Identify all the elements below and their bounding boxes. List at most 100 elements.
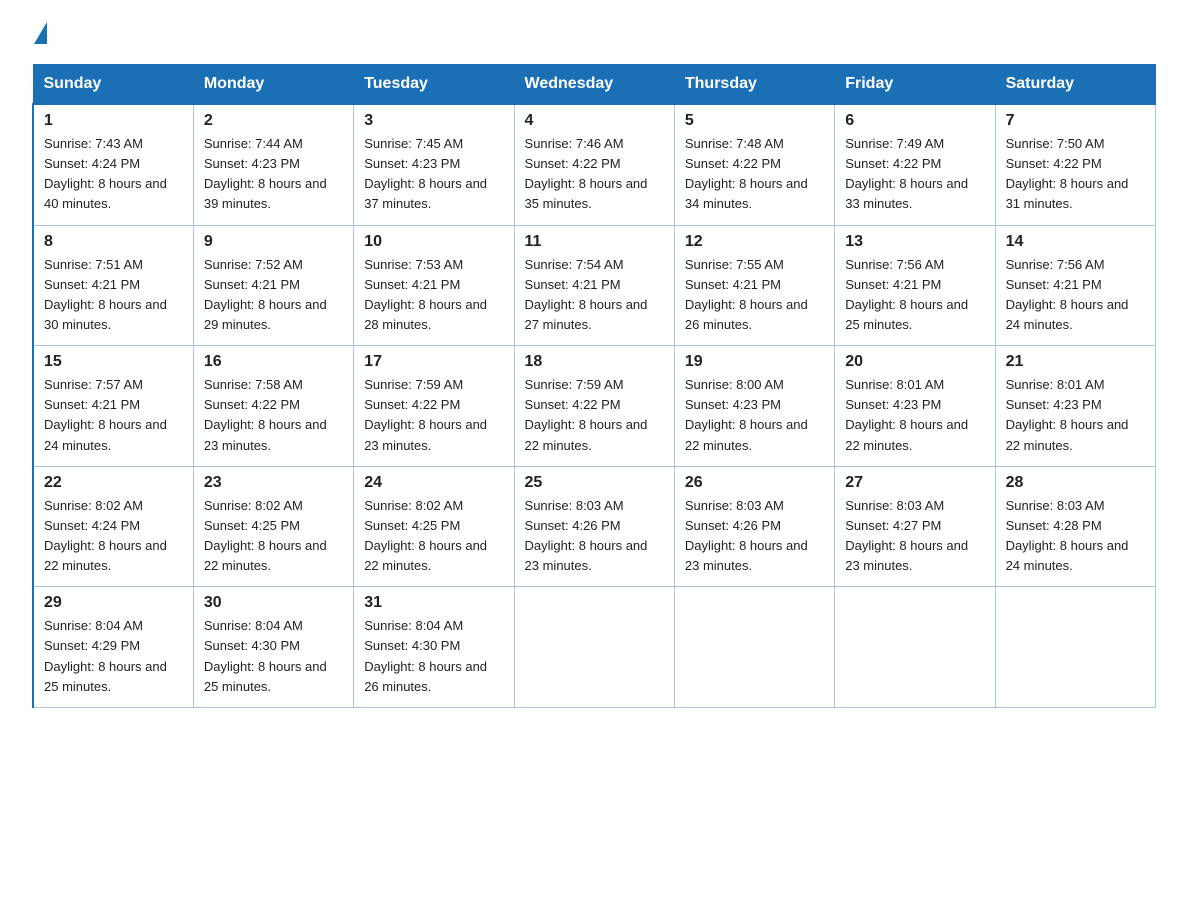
calendar-day-cell: 11 Sunrise: 7:54 AMSunset: 4:21 PMDaylig… — [514, 225, 674, 346]
day-info: Sunrise: 8:01 AMSunset: 4:23 PMDaylight:… — [845, 377, 968, 452]
weekday-header-thursday: Thursday — [674, 65, 834, 105]
day-info: Sunrise: 7:44 AMSunset: 4:23 PMDaylight:… — [204, 136, 327, 211]
day-number: 24 — [364, 474, 503, 492]
calendar-day-cell: 14 Sunrise: 7:56 AMSunset: 4:21 PMDaylig… — [995, 225, 1155, 346]
calendar-day-cell: 28 Sunrise: 8:03 AMSunset: 4:28 PMDaylig… — [995, 466, 1155, 587]
calendar-day-cell: 29 Sunrise: 8:04 AMSunset: 4:29 PMDaylig… — [33, 587, 193, 708]
calendar-day-cell: 13 Sunrise: 7:56 AMSunset: 4:21 PMDaylig… — [835, 225, 995, 346]
calendar-day-cell: 19 Sunrise: 8:00 AMSunset: 4:23 PMDaylig… — [674, 346, 834, 467]
day-number: 31 — [364, 594, 503, 612]
calendar-day-cell: 4 Sunrise: 7:46 AMSunset: 4:22 PMDayligh… — [514, 104, 674, 225]
calendar-day-cell: 18 Sunrise: 7:59 AMSunset: 4:22 PMDaylig… — [514, 346, 674, 467]
day-number: 16 — [204, 353, 343, 371]
day-number: 7 — [1006, 112, 1145, 130]
day-number: 19 — [685, 353, 824, 371]
day-number: 26 — [685, 474, 824, 492]
calendar-day-cell: 1 Sunrise: 7:43 AMSunset: 4:24 PMDayligh… — [33, 104, 193, 225]
day-number: 1 — [44, 112, 183, 130]
day-number: 29 — [44, 594, 183, 612]
day-info: Sunrise: 7:50 AMSunset: 4:22 PMDaylight:… — [1006, 136, 1129, 211]
day-number: 3 — [364, 112, 503, 130]
calendar-day-cell: 25 Sunrise: 8:03 AMSunset: 4:26 PMDaylig… — [514, 466, 674, 587]
calendar-day-cell: 16 Sunrise: 7:58 AMSunset: 4:22 PMDaylig… — [193, 346, 353, 467]
weekday-header-monday: Monday — [193, 65, 353, 105]
calendar-day-cell: 8 Sunrise: 7:51 AMSunset: 4:21 PMDayligh… — [33, 225, 193, 346]
day-number: 11 — [525, 233, 664, 251]
day-number: 22 — [44, 474, 183, 492]
day-number: 4 — [525, 112, 664, 130]
day-info: Sunrise: 7:51 AMSunset: 4:21 PMDaylight:… — [44, 257, 167, 332]
day-number: 28 — [1006, 474, 1145, 492]
day-info: Sunrise: 8:03 AMSunset: 4:27 PMDaylight:… — [845, 498, 968, 573]
calendar-day-cell — [835, 587, 995, 708]
calendar-week-row: 22 Sunrise: 8:02 AMSunset: 4:24 PMDaylig… — [33, 466, 1156, 587]
calendar-day-cell — [514, 587, 674, 708]
day-info: Sunrise: 7:57 AMSunset: 4:21 PMDaylight:… — [44, 377, 167, 452]
day-number: 12 — [685, 233, 824, 251]
calendar-day-cell: 27 Sunrise: 8:03 AMSunset: 4:27 PMDaylig… — [835, 466, 995, 587]
day-number: 2 — [204, 112, 343, 130]
calendar-day-cell: 30 Sunrise: 8:04 AMSunset: 4:30 PMDaylig… — [193, 587, 353, 708]
day-info: Sunrise: 7:53 AMSunset: 4:21 PMDaylight:… — [364, 257, 487, 332]
day-number: 30 — [204, 594, 343, 612]
calendar-day-cell: 15 Sunrise: 7:57 AMSunset: 4:21 PMDaylig… — [33, 346, 193, 467]
day-number: 18 — [525, 353, 664, 371]
day-info: Sunrise: 8:02 AMSunset: 4:25 PMDaylight:… — [204, 498, 327, 573]
calendar-day-cell: 9 Sunrise: 7:52 AMSunset: 4:21 PMDayligh… — [193, 225, 353, 346]
calendar-day-cell: 12 Sunrise: 7:55 AMSunset: 4:21 PMDaylig… — [674, 225, 834, 346]
logo — [32, 24, 47, 46]
calendar-day-cell: 2 Sunrise: 7:44 AMSunset: 4:23 PMDayligh… — [193, 104, 353, 225]
day-info: Sunrise: 8:00 AMSunset: 4:23 PMDaylight:… — [685, 377, 808, 452]
calendar-day-cell — [674, 587, 834, 708]
page-header — [32, 24, 1156, 46]
calendar-day-cell: 17 Sunrise: 7:59 AMSunset: 4:22 PMDaylig… — [354, 346, 514, 467]
day-info: Sunrise: 8:03 AMSunset: 4:26 PMDaylight:… — [525, 498, 648, 573]
weekday-header-sunday: Sunday — [33, 65, 193, 105]
day-number: 17 — [364, 353, 503, 371]
weekday-header-saturday: Saturday — [995, 65, 1155, 105]
day-number: 6 — [845, 112, 984, 130]
calendar-day-cell: 20 Sunrise: 8:01 AMSunset: 4:23 PMDaylig… — [835, 346, 995, 467]
day-info: Sunrise: 8:02 AMSunset: 4:24 PMDaylight:… — [44, 498, 167, 573]
calendar-day-cell — [995, 587, 1155, 708]
weekday-header-row: SundayMondayTuesdayWednesdayThursdayFrid… — [33, 65, 1156, 105]
calendar-day-cell: 31 Sunrise: 8:04 AMSunset: 4:30 PMDaylig… — [354, 587, 514, 708]
day-number: 9 — [204, 233, 343, 251]
day-number: 23 — [204, 474, 343, 492]
day-number: 8 — [44, 233, 183, 251]
weekday-header-friday: Friday — [835, 65, 995, 105]
day-info: Sunrise: 8:04 AMSunset: 4:29 PMDaylight:… — [44, 618, 167, 693]
day-info: Sunrise: 7:54 AMSunset: 4:21 PMDaylight:… — [525, 257, 648, 332]
day-info: Sunrise: 7:52 AMSunset: 4:21 PMDaylight:… — [204, 257, 327, 332]
day-info: Sunrise: 7:45 AMSunset: 4:23 PMDaylight:… — [364, 136, 487, 211]
day-info: Sunrise: 8:04 AMSunset: 4:30 PMDaylight:… — [364, 618, 487, 693]
calendar-day-cell: 24 Sunrise: 8:02 AMSunset: 4:25 PMDaylig… — [354, 466, 514, 587]
calendar-table: SundayMondayTuesdayWednesdayThursdayFrid… — [32, 64, 1156, 708]
weekday-header-wednesday: Wednesday — [514, 65, 674, 105]
day-number: 5 — [685, 112, 824, 130]
day-info: Sunrise: 8:03 AMSunset: 4:26 PMDaylight:… — [685, 498, 808, 573]
calendar-week-row: 1 Sunrise: 7:43 AMSunset: 4:24 PMDayligh… — [33, 104, 1156, 225]
day-info: Sunrise: 7:46 AMSunset: 4:22 PMDaylight:… — [525, 136, 648, 211]
day-info: Sunrise: 7:58 AMSunset: 4:22 PMDaylight:… — [204, 377, 327, 452]
day-info: Sunrise: 7:59 AMSunset: 4:22 PMDaylight:… — [525, 377, 648, 452]
day-info: Sunrise: 8:01 AMSunset: 4:23 PMDaylight:… — [1006, 377, 1129, 452]
day-number: 20 — [845, 353, 984, 371]
day-number: 25 — [525, 474, 664, 492]
day-number: 13 — [845, 233, 984, 251]
calendar-day-cell: 7 Sunrise: 7:50 AMSunset: 4:22 PMDayligh… — [995, 104, 1155, 225]
calendar-day-cell: 21 Sunrise: 8:01 AMSunset: 4:23 PMDaylig… — [995, 346, 1155, 467]
day-info: Sunrise: 7:48 AMSunset: 4:22 PMDaylight:… — [685, 136, 808, 211]
calendar-day-cell: 5 Sunrise: 7:48 AMSunset: 4:22 PMDayligh… — [674, 104, 834, 225]
day-info: Sunrise: 7:43 AMSunset: 4:24 PMDaylight:… — [44, 136, 167, 211]
weekday-header-tuesday: Tuesday — [354, 65, 514, 105]
calendar-week-row: 15 Sunrise: 7:57 AMSunset: 4:21 PMDaylig… — [33, 346, 1156, 467]
day-info: Sunrise: 8:03 AMSunset: 4:28 PMDaylight:… — [1006, 498, 1129, 573]
day-info: Sunrise: 7:56 AMSunset: 4:21 PMDaylight:… — [845, 257, 968, 332]
day-info: Sunrise: 7:56 AMSunset: 4:21 PMDaylight:… — [1006, 257, 1129, 332]
day-info: Sunrise: 8:04 AMSunset: 4:30 PMDaylight:… — [204, 618, 327, 693]
day-info: Sunrise: 7:55 AMSunset: 4:21 PMDaylight:… — [685, 257, 808, 332]
day-number: 10 — [364, 233, 503, 251]
calendar-day-cell: 10 Sunrise: 7:53 AMSunset: 4:21 PMDaylig… — [354, 225, 514, 346]
calendar-week-row: 29 Sunrise: 8:04 AMSunset: 4:29 PMDaylig… — [33, 587, 1156, 708]
